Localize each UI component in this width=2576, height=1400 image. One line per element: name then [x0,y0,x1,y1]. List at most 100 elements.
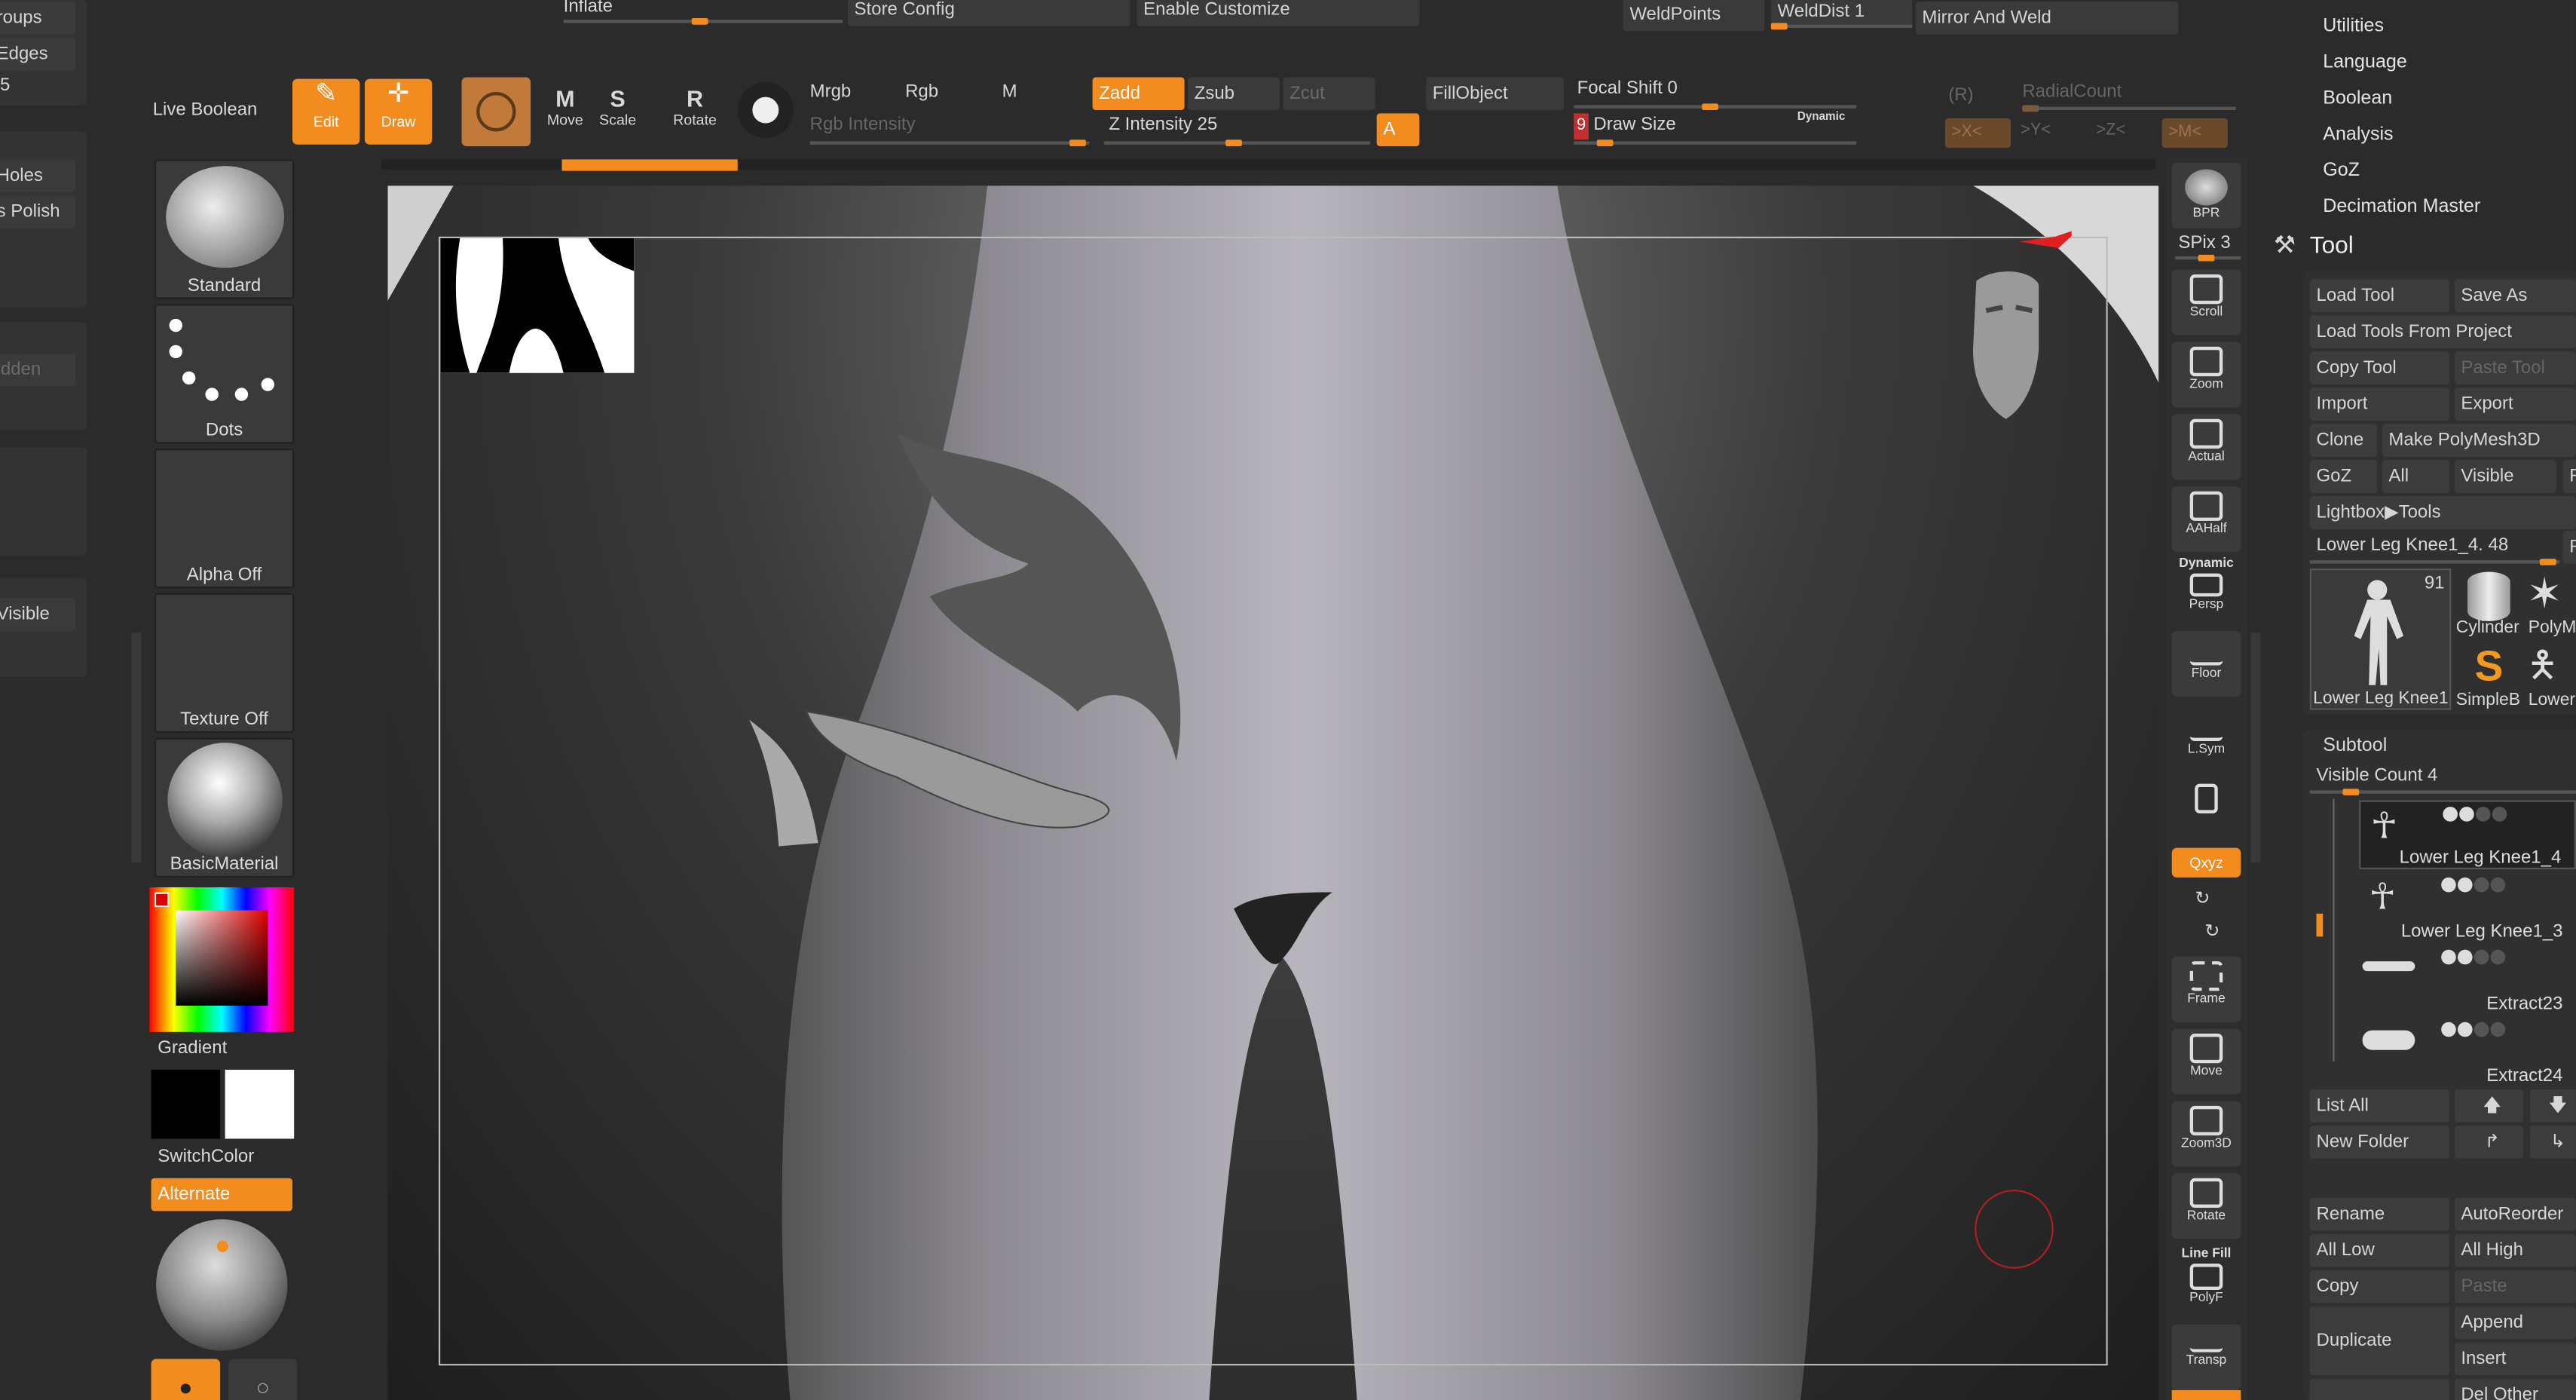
all-low-button[interactable]: All Low [2309,1233,2450,1267]
rename-button[interactable]: Rename [2309,1197,2450,1231]
move-button[interactable]: M Move [542,85,588,128]
autoreorder-button[interactable]: AutoReorder [2454,1197,2576,1231]
new-folder-button[interactable]: New Folder [2309,1126,2450,1159]
draw-size-slider[interactable]: Draw Size [1593,115,1675,135]
lightbox-tools-button[interactable]: Lightbox▶Tools [2309,496,2576,529]
draw-button[interactable]: ✛ Draw [364,78,433,145]
rgb-intensity-slider[interactable]: Rgb Intensity [810,115,916,135]
radialcount-slider[interactable]: RadialCount [2022,82,2122,102]
polish-button[interactable]: s Polish [0,195,76,228]
edit-button[interactable]: ✎ Edit [292,78,360,145]
color-picker[interactable] [149,887,295,1032]
rgb-button[interactable]: Rgb [905,82,938,102]
zcut-button[interactable]: Zcut [1283,77,1375,111]
menu-decimation-master[interactable]: Decimation Master [2323,198,2480,217]
goz-visible-button[interactable]: Visible [2454,460,2556,493]
lock-button[interactable] [2171,779,2241,845]
copy-subtool-button[interactable]: Copy [2309,1270,2450,1304]
paste-subtool-button[interactable]: Paste [2454,1270,2576,1304]
mrgb-button[interactable]: Mrgb [810,82,852,102]
groups-button[interactable]: roups [0,2,76,35]
toolbar-scroll-indicator[interactable] [561,159,738,171]
rotate-y-icon[interactable]: ↻ [2195,887,2210,908]
subtool-item[interactable]: ☥ Lower Leg Knee1_4 [2359,800,2576,870]
zsub-button[interactable]: Zsub [1187,77,1280,111]
move-up-button[interactable]: 🡅 [2454,1089,2524,1123]
gradient-toggle[interactable]: Gradient [158,1039,227,1058]
current-tool-slider[interactable]: Lower Leg Knee1_4. 48 [2317,536,2509,556]
aahalf-button[interactable]: AAHalf [2171,486,2241,553]
zoom3d-button[interactable]: Zoom3D [2171,1101,2241,1167]
floor-button[interactable]: Floor [2171,630,2241,697]
paste-tool-button[interactable]: Paste Tool [2454,351,2576,385]
sculpt-mode-button[interactable] [461,77,531,146]
copy-tool-button[interactable]: Copy Tool [2309,351,2450,385]
material-tile[interactable]: BasicMaterial [154,737,295,878]
left-tray-handle[interactable] [131,633,142,863]
insert-button[interactable]: Insert [2454,1342,2576,1376]
rotate-view-button[interactable]: Rotate [2171,1173,2241,1239]
tool-thumb-lower[interactable]: 🯅 Lower [2527,641,2576,709]
enable-customize-button[interactable]: Enable Customize [1137,0,1420,26]
material-sphere-icon[interactable] [737,81,794,139]
hidden-button[interactable]: idden [0,353,76,387]
polyf-button[interactable]: Line Fill PolyF [2171,1245,2241,1312]
persp-button[interactable]: Dynamic Persp [2171,555,2241,621]
light-sphere[interactable] [156,1219,288,1351]
import-button[interactable]: Import [2309,388,2450,421]
tool-thumbnail-main[interactable]: 91 Lower Leg Knee1 [2309,568,2452,710]
main-color-swatch[interactable] [151,1069,221,1139]
scroll-button[interactable]: Scroll [2171,269,2241,335]
save-as-button[interactable]: Save As [2454,279,2576,313]
all-high-button[interactable]: All High [2454,1233,2576,1267]
local-symmetry-button[interactable]: L.Sym [2171,706,2241,773]
alternate-button[interactable]: Alternate [151,1178,293,1212]
viewport-canvas[interactable] [387,185,2159,1400]
z-intensity-slider[interactable]: Z Intensity 25 [1109,115,1217,135]
mirror-and-weld-button[interactable]: Mirror And Weld [1915,2,2179,35]
subtool-title[interactable]: Subtool [2323,736,2387,755]
right-tray-handle[interactable] [2250,633,2261,863]
navigation-thumbnail[interactable] [440,238,635,373]
stroke-dots-tile[interactable]: Dots [154,304,295,444]
edges-button[interactable]: Edges [0,38,76,71]
tool-thumb-polymesh[interactable]: ✶ PolyM [2527,568,2576,638]
fillobject-button[interactable]: FillObject [1426,77,1565,111]
spix-slider[interactable]: SPix 3 [2178,234,2230,253]
menu-goz[interactable]: GoZ [2323,161,2360,181]
menu-analysis[interactable]: Analysis [2323,125,2393,145]
zoom-button[interactable]: Zoom [2171,342,2241,408]
sym-z-button[interactable]: >Z< [2096,121,2125,139]
sym-m-button[interactable]: >M< [2161,118,2228,149]
del-other-button[interactable]: Del Other [2454,1378,2576,1400]
weldpoints-button[interactable]: WeldPoints [1623,0,1765,32]
alpha-off-tile[interactable]: Alpha Off [154,449,295,589]
folder-down-button[interactable]: ↳ [2529,1126,2576,1159]
welddist-slider[interactable]: WeldDist 1 [1770,0,1913,29]
bpr-button[interactable]: BPR [2171,162,2241,228]
light-on-button[interactable]: ● [151,1359,221,1400]
tool-thumb-simplebrush[interactable]: S SimpleB [2455,641,2524,710]
make-polymesh3d-button[interactable]: Make PolyMesh3D [2382,424,2576,457]
transp-button[interactable]: Transp [2171,1324,2241,1390]
visible-button[interactable]: Visible [0,598,76,631]
sym-y-button[interactable]: >Y< [2021,121,2051,139]
append-button[interactable]: Append [2454,1306,2576,1340]
duplicate-button[interactable]: Duplicate [2309,1306,2450,1376]
menu-language[interactable]: Language [2323,53,2407,72]
goz-all-button[interactable]: All [2382,460,2450,493]
zadd-button[interactable]: Zadd [1092,77,1185,111]
brush-standard-tile[interactable]: Standard [154,159,295,299]
subtool-scrollbar[interactable] [2316,913,2324,937]
subtool-item[interactable]: Extract24 [2359,1017,2576,1086]
store-config-button[interactable]: Store Config [847,0,1130,26]
sym-x-button[interactable]: >X< [1944,118,2012,149]
tool-palette-title[interactable]: Tool [2310,234,2354,260]
clone-button[interactable]: Clone [2309,424,2378,457]
menu-boolean[interactable]: Boolean [2323,89,2392,109]
a-button[interactable]: A [1376,113,1420,146]
scale-button[interactable]: S Scale [595,85,641,128]
orientation-head-icon[interactable] [1956,228,2072,426]
frame-button[interactable]: Frame [2171,956,2241,1022]
holes-button[interactable]: Holes [0,159,76,193]
